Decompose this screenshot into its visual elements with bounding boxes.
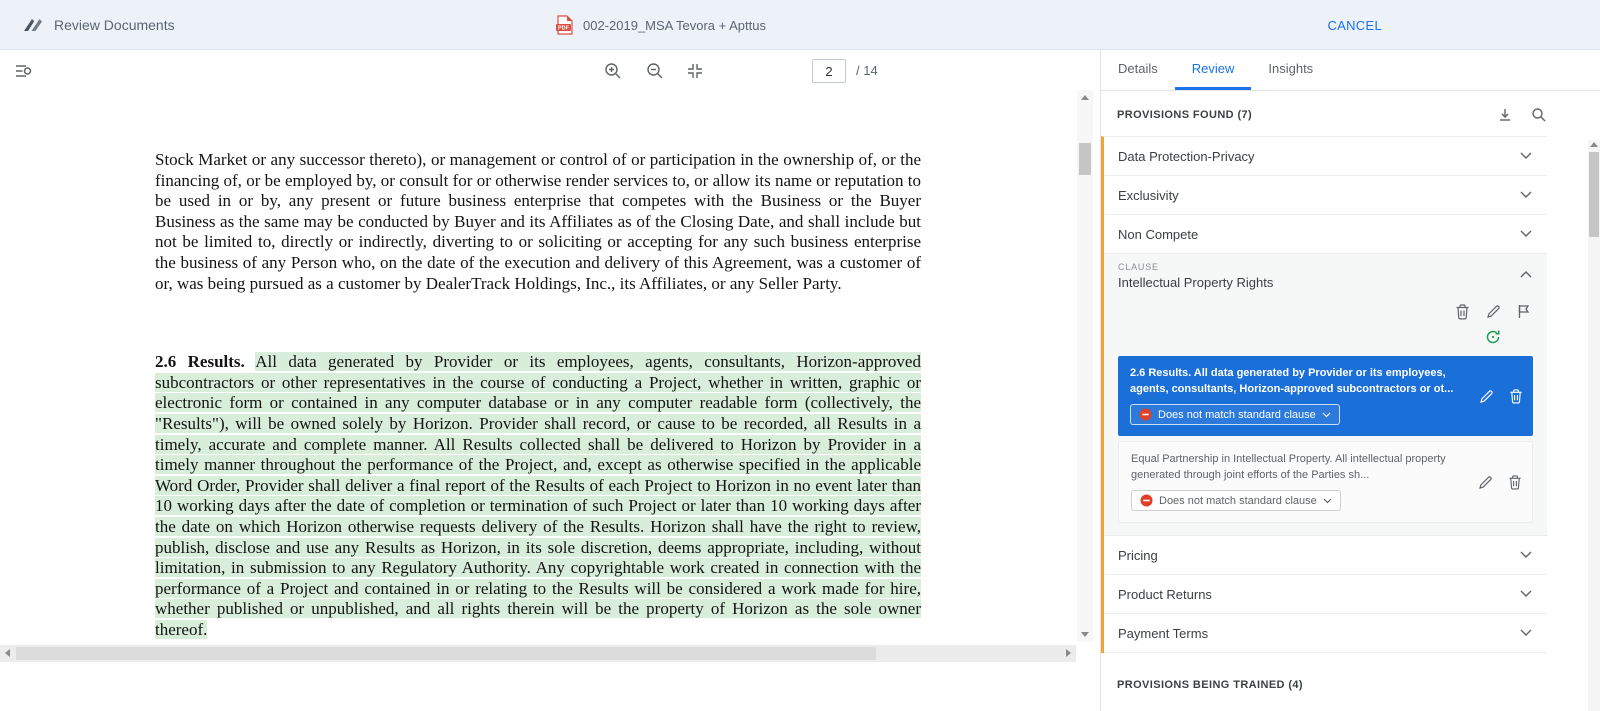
chevron-down-icon xyxy=(1322,412,1331,418)
clause-heading: 2.6 Results. xyxy=(155,352,245,371)
provisions-found-header: PROVISIONS FOUND (7) xyxy=(1101,91,1547,136)
page-number-input[interactable] xyxy=(812,59,846,83)
scroll-up-arrow[interactable] xyxy=(1081,95,1089,100)
search-icon[interactable] xyxy=(1531,107,1547,123)
edit-clause-icon[interactable] xyxy=(1478,475,1493,490)
expanded-provision-title: Intellectual Property Rights xyxy=(1118,275,1532,290)
svg-text:PDF: PDF xyxy=(558,25,570,31)
clause-card-text: Equal Partnership in Intellectual Proper… xyxy=(1131,452,1466,483)
provision-train-row xyxy=(1104,320,1547,345)
sidebar-toggle-icon[interactable] xyxy=(14,62,32,80)
provisions-list: Data Protection-Privacy Exclusivity Non … xyxy=(1101,136,1547,653)
provision-item-pricing[interactable]: Pricing xyxy=(1104,536,1547,575)
main-area: / 14 Stock Market or any successor there… xyxy=(0,50,1600,711)
delete-clause-icon[interactable] xyxy=(1508,475,1522,490)
tab-review[interactable]: Review xyxy=(1175,50,1252,90)
chevron-down-icon[interactable] xyxy=(1520,629,1532,637)
document-viewer: / 14 Stock Market or any successor there… xyxy=(0,50,1100,711)
fit-page-icon[interactable] xyxy=(686,62,704,80)
document-vertical-scrollbar[interactable] xyxy=(1077,90,1093,642)
provision-item-payment-terms[interactable]: Payment Terms xyxy=(1104,614,1547,653)
clause-cards: 2.6 Results. All data generated by Provi… xyxy=(1104,345,1547,535)
vertical-scroll-thumb[interactable] xyxy=(1079,143,1091,175)
document-file: PDF 002-2019_MSA Tevora + Apttus xyxy=(556,0,766,50)
app-icon xyxy=(22,17,42,33)
expanded-provision-header[interactable]: CLAUSE Intellectual Property Rights xyxy=(1104,254,1547,294)
clause-card-selected[interactable]: 2.6 Results. All data generated by Provi… xyxy=(1118,356,1533,436)
panel-tabs: Details Review Insights xyxy=(1101,50,1600,91)
match-status-dropdown[interactable]: Does not match standard clause xyxy=(1131,490,1341,511)
scroll-left-arrow[interactable] xyxy=(5,649,10,657)
page-title: Review Documents xyxy=(54,17,175,33)
clause-card-actions xyxy=(1466,452,1522,512)
delete-provision-icon[interactable] xyxy=(1455,304,1470,320)
no-match-icon xyxy=(1139,408,1152,421)
panel-scrollbar[interactable] xyxy=(1588,140,1600,711)
clause-card[interactable]: Equal Partnership in Intellectual Proper… xyxy=(1118,441,1533,523)
provision-item-ip-rights-expanded: CLAUSE Intellectual Property Rights xyxy=(1104,254,1547,536)
document-page: Stock Market or any successor thereto), … xyxy=(155,150,921,660)
tab-insights[interactable]: Insights xyxy=(1251,50,1330,90)
chevron-down-icon[interactable] xyxy=(1520,551,1532,559)
no-match-icon xyxy=(1140,494,1153,507)
chevron-down-icon[interactable] xyxy=(1520,590,1532,598)
clause-card-actions xyxy=(1467,366,1523,426)
provisions-trained-label: PROVISIONS BEING TRAINED (4) xyxy=(1117,679,1303,691)
match-status-label: Does not match standard clause xyxy=(1158,409,1316,421)
match-status-dropdown[interactable]: Does not match standard clause xyxy=(1130,404,1340,425)
panel-scroll-thumb[interactable] xyxy=(1589,152,1599,237)
provision-item-product-returns[interactable]: Product Returns xyxy=(1104,575,1547,614)
clause-card-text: 2.6 Results. All data generated by Provi… xyxy=(1130,366,1467,397)
document-paragraph: Stock Market or any successor thereto), … xyxy=(155,150,921,294)
edit-clause-icon[interactable] xyxy=(1479,389,1494,404)
document-horizontal-scrollbar[interactable] xyxy=(0,645,1076,662)
horizontal-scroll-thumb[interactable] xyxy=(16,647,876,660)
provisions-trained-header: PROVISIONS BEING TRAINED (4) xyxy=(1101,653,1547,705)
panel-scroll-up-arrow[interactable] xyxy=(1590,142,1598,147)
pdf-icon: PDF xyxy=(556,15,573,35)
clause-kicker: CLAUSE xyxy=(1118,262,1532,272)
panel-content: PROVISIONS FOUND (7) Data Protection-Pri… xyxy=(1101,91,1547,705)
chevron-down-icon[interactable] xyxy=(1520,191,1532,199)
tab-details[interactable]: Details xyxy=(1101,50,1175,90)
zoom-in-icon[interactable] xyxy=(604,62,622,80)
provision-item-non-compete[interactable]: Non Compete xyxy=(1104,215,1547,254)
provisions-found-label: PROVISIONS FOUND (7) xyxy=(1117,109,1252,121)
provision-item-data-protection[interactable]: Data Protection-Privacy xyxy=(1104,137,1547,176)
review-panel: Details Review Insights PROVISIONS FOUND… xyxy=(1100,50,1600,711)
page-total-label: / 14 xyxy=(856,63,878,78)
document-paragraph-results: 2.6 Results. All data generated by Provi… xyxy=(155,352,921,640)
chevron-down-icon[interactable] xyxy=(1520,152,1532,160)
retrain-icon[interactable] xyxy=(1485,329,1501,345)
flag-provision-icon[interactable] xyxy=(1517,304,1531,320)
top-bar-left: Review Documents xyxy=(22,0,175,50)
panel-body: PROVISIONS FOUND (7) Data Protection-Pri… xyxy=(1101,91,1600,711)
edit-provision-icon[interactable] xyxy=(1486,304,1501,320)
chevron-down-icon[interactable] xyxy=(1520,230,1532,238)
file-name: 002-2019_MSA Tevora + Apttus xyxy=(583,18,766,33)
chevron-up-icon[interactable] xyxy=(1520,270,1532,278)
cancel-button[interactable]: CANCEL xyxy=(1327,0,1382,50)
scroll-right-arrow[interactable] xyxy=(1066,649,1071,657)
delete-clause-icon[interactable] xyxy=(1509,389,1523,404)
match-status-label: Does not match standard clause xyxy=(1159,495,1317,507)
provision-actions xyxy=(1104,294,1547,320)
zoom-out-icon[interactable] xyxy=(646,62,664,80)
chevron-down-icon xyxy=(1323,498,1332,504)
import-icon[interactable] xyxy=(1497,107,1513,123)
scroll-down-arrow[interactable] xyxy=(1081,632,1089,637)
top-bar: Review Documents PDF 002-2019_MSA Tevora… xyxy=(0,0,1600,50)
highlighted-clause-text: All data generated by Provider or its em… xyxy=(155,352,921,639)
provision-item-exclusivity[interactable]: Exclusivity xyxy=(1104,176,1547,215)
